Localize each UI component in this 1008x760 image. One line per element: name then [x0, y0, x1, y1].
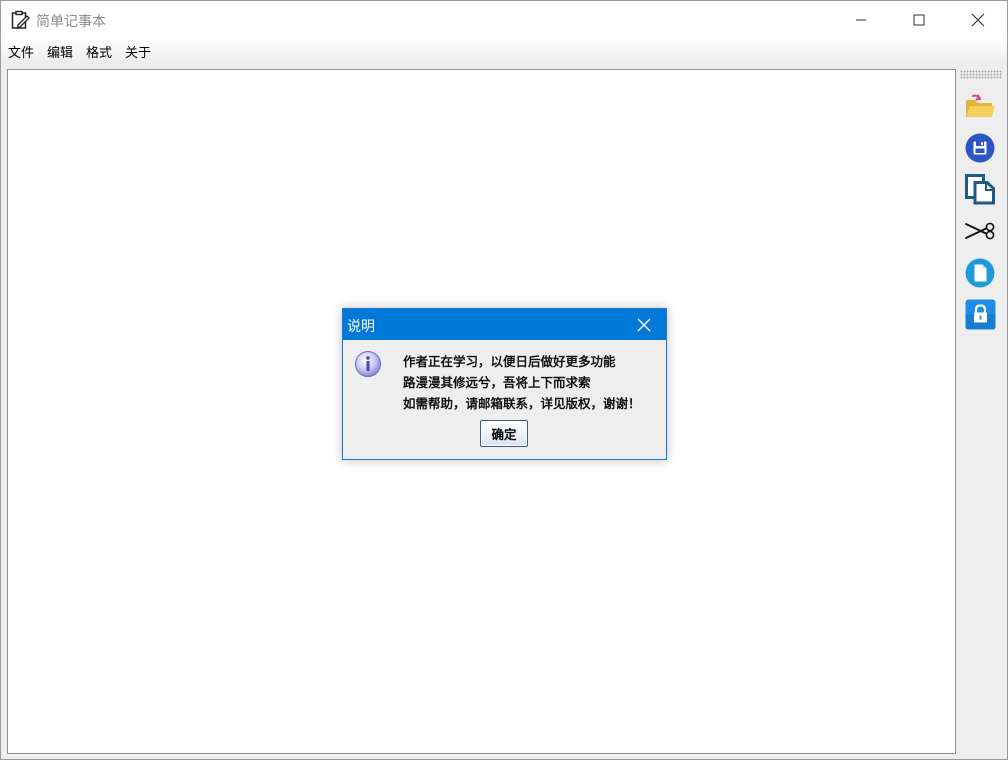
- close-icon: [637, 318, 651, 332]
- dialog-message-line: 如需帮助，请邮箱联系，详见版权，谢谢！: [403, 396, 641, 411]
- side-toolbar: [957, 67, 1007, 759]
- save-button[interactable]: [963, 131, 997, 165]
- cut-button[interactable]: [963, 214, 997, 248]
- menu-edit[interactable]: 编辑: [46, 41, 74, 62]
- lock-button[interactable]: [963, 297, 997, 331]
- new-file-button[interactable]: [963, 256, 997, 290]
- clipboard-icon: [10, 10, 30, 30]
- window-title: 简单记事本: [36, 14, 106, 30]
- dialog-close-button[interactable]: [631, 313, 657, 337]
- maximize-button[interactable]: [890, 1, 948, 38]
- dialog-title: 说明: [347, 319, 375, 335]
- menu-file[interactable]: 文件: [7, 41, 35, 62]
- dialog-message-line: 作者正在学习，以便日后做好更多功能: [403, 354, 616, 369]
- copy-button[interactable]: [963, 172, 997, 206]
- dialog-title-bar[interactable]: 说明: [343, 309, 666, 340]
- menu-bar: 文件 编辑 格式 关于: [1, 38, 1007, 64]
- save-icon: [965, 133, 995, 163]
- lock-icon: [965, 299, 995, 329]
- minimize-icon: [856, 19, 866, 20]
- app-window: 简单记事本 文件 编辑 格式 关于 说明 作者正在学习，以便日后做好更多功能 路…: [0, 0, 1008, 760]
- copy-icon: [965, 174, 995, 205]
- dialog-message-line: 路漫漫其修远兮，吾将上下而求索: [403, 375, 591, 390]
- open-folder-button[interactable]: [963, 89, 997, 123]
- maximize-icon: [913, 14, 925, 25]
- new-file-icon: [965, 258, 995, 288]
- ok-button[interactable]: 确定: [480, 420, 528, 447]
- title-bar: 简单记事本: [1, 1, 1007, 38]
- menu-about[interactable]: 关于: [124, 41, 152, 62]
- cut-icon: [965, 222, 995, 240]
- minimize-button[interactable]: [832, 1, 890, 38]
- close-icon: [971, 13, 985, 26]
- info-icon: [354, 350, 382, 378]
- close-button[interactable]: [949, 1, 1007, 38]
- info-dialog: 说明 作者正在学习，以便日后做好更多功能 路漫漫其修远兮，吾将上下而求索 如需帮…: [342, 308, 667, 460]
- open-folder-icon: [966, 94, 995, 117]
- menu-format[interactable]: 格式: [85, 41, 113, 62]
- toolbar-grip[interactable]: [960, 70, 1002, 79]
